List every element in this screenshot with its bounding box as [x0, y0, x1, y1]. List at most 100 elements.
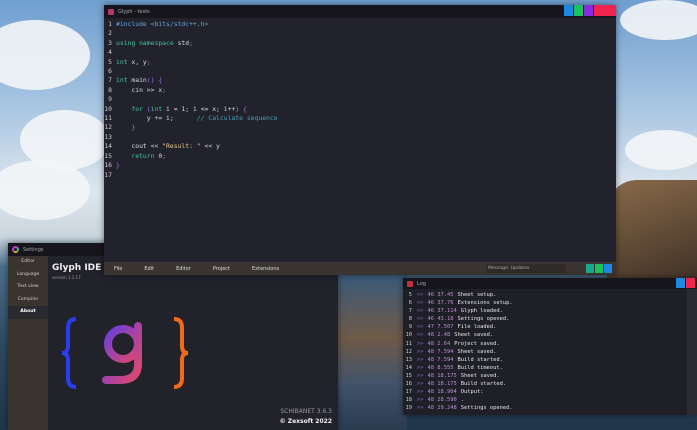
line-number: 7 [108, 76, 112, 85]
log-time: 48 18.904 [427, 389, 457, 396]
cloud [625, 130, 697, 170]
minimize-button[interactable] [564, 5, 573, 16]
log-time: 48 8.555 [427, 364, 454, 371]
log-line-number: 12 [405, 348, 413, 355]
code-token: std [177, 38, 190, 47]
log-prompt: >> [417, 364, 424, 371]
log-line-number: 16 [405, 381, 413, 388]
log-scrollbar[interactable] [687, 289, 697, 415]
maximize-button[interactable] [574, 5, 583, 16]
log-line-number: 19 [405, 405, 413, 412]
log-time: 46 37.114 [427, 308, 457, 315]
close-button[interactable] [594, 5, 616, 16]
code-line: 7 int main() { [104, 76, 616, 85]
log-prompt: >> [417, 340, 424, 347]
code-line: 9 [104, 95, 616, 104]
log-prompt: >> [417, 292, 424, 298]
log-line-number: 11 [405, 340, 413, 347]
sidebar-item-text-view[interactable]: Text view [8, 281, 48, 294]
product-label: SCHIBANET 3.6.3 [280, 408, 332, 415]
code-token: } [116, 123, 136, 132]
log-prompt: >> [417, 356, 424, 363]
sidebar-item-about[interactable]: About [8, 306, 48, 319]
log-message: Extensions setup. [457, 300, 513, 307]
menu-extensions[interactable]: Extensions [252, 266, 279, 272]
code-line: 10 for (int i = 1; i <= x; i++) { [104, 105, 616, 114]
log-time: 48 18.175 [427, 372, 457, 379]
close-button[interactable] [686, 278, 695, 288]
code-token: () { [146, 76, 163, 85]
cloud [0, 20, 90, 90]
log-row: 8 >> 46 43.18 Settings opened. [403, 315, 687, 323]
code-line: 3 using namespace std; [104, 39, 616, 48]
code-line: 4 [104, 48, 616, 57]
cloud [620, 0, 697, 40]
maximize-button[interactable] [676, 278, 685, 288]
log-time: 47 7.507 [427, 324, 454, 331]
code-line: 16} [104, 161, 616, 170]
log-prompt: >> [417, 381, 424, 388]
log-row: 19 >> 48 29.248 Settings opened. [403, 404, 687, 412]
glyph-logo [61, 317, 189, 389]
log-message: Sheet saved. [460, 372, 500, 379]
log-message: Settings opened. [460, 405, 513, 412]
log-row: 13 >> 48 7.594 Build started. [403, 356, 687, 364]
code-line: 11 y += i; // Calculate sequence [104, 114, 616, 123]
log-row: 7 >> 46 37.114 Glyph loaded. [403, 307, 687, 315]
code-token: return [116, 151, 159, 160]
log-line-number: 8 [408, 316, 412, 323]
run-button[interactable] [586, 264, 594, 273]
background-rocks [337, 275, 407, 430]
code-line: 6 [104, 67, 616, 76]
log-line-number: 9 [408, 324, 412, 331]
settings-button[interactable] [584, 5, 593, 16]
log-time: 46 37.45 [427, 292, 454, 298]
line-number: 14 [104, 142, 112, 151]
sidebar-item-editor[interactable]: Editor [8, 256, 48, 269]
log-line-number: 14 [405, 364, 413, 371]
editor-titlebar[interactable]: Glyph - tests [104, 5, 616, 18]
log-prompt: >> [417, 372, 424, 379]
log-message: Sheet saved. [457, 348, 497, 355]
copyright: © Zexsoft 2022 [279, 418, 332, 425]
log-time: 46 43.18 [427, 316, 454, 323]
code-editor[interactable]: 1 #include <bits/stdc++.h> 2 3 using namespa… [104, 18, 616, 262]
log-line-number: 10 [405, 332, 413, 339]
log-title: Log [417, 280, 426, 287]
build-button[interactable] [595, 264, 603, 273]
log-time: 48 2.64 [427, 340, 451, 347]
menu-edit[interactable]: Edit [144, 266, 154, 272]
code-line: 14 cout << "Result: " << y [104, 142, 616, 151]
log-row: 17 >> 48 18.904 Output: [403, 388, 687, 396]
menu-editor[interactable]: Editor [176, 266, 191, 272]
line-number: 10 [104, 104, 112, 113]
log-row: 14 >> 48 8.555 Build timeout. [403, 364, 687, 372]
menu-bar: File Edit Editor Project Extensions Message:… [104, 262, 616, 275]
log-row: 18 >> 48 28.590. [403, 396, 687, 404]
line-number: 15 [104, 151, 112, 160]
log-titlebar[interactable]: Log [403, 278, 697, 289]
code-line: 15 return 0; [104, 152, 616, 161]
sidebar-item-language[interactable]: Language [8, 269, 48, 282]
log-time: 48 7.594 [427, 356, 454, 363]
debug-button[interactable] [604, 264, 612, 273]
code-token: << y [200, 142, 220, 151]
log-row: 6 >> 46 37.76 Extensions setup. [403, 299, 687, 307]
code-line: 5 int x, y; [104, 58, 616, 67]
log-message: Sheet saved. [454, 332, 494, 339]
code-token: cout << [116, 142, 163, 151]
line-number: 5 [108, 57, 112, 66]
code-token: } [116, 161, 120, 170]
app-icon [12, 246, 19, 253]
app-version: version 1.1.17 [52, 275, 81, 280]
log-message: File loaded. [457, 324, 497, 331]
log-message: Build started. [457, 356, 503, 363]
code-line: 12 } [104, 123, 616, 132]
log-prompt: >> [417, 308, 424, 315]
line-number: 17 [104, 170, 112, 179]
log-time: 48 28.590 [427, 397, 457, 404]
log-message: Build started. [460, 381, 507, 388]
menu-project[interactable]: Project [213, 266, 230, 272]
menu-file[interactable]: File [114, 266, 122, 272]
sidebar-item-compiler[interactable]: Compiler [8, 294, 48, 307]
